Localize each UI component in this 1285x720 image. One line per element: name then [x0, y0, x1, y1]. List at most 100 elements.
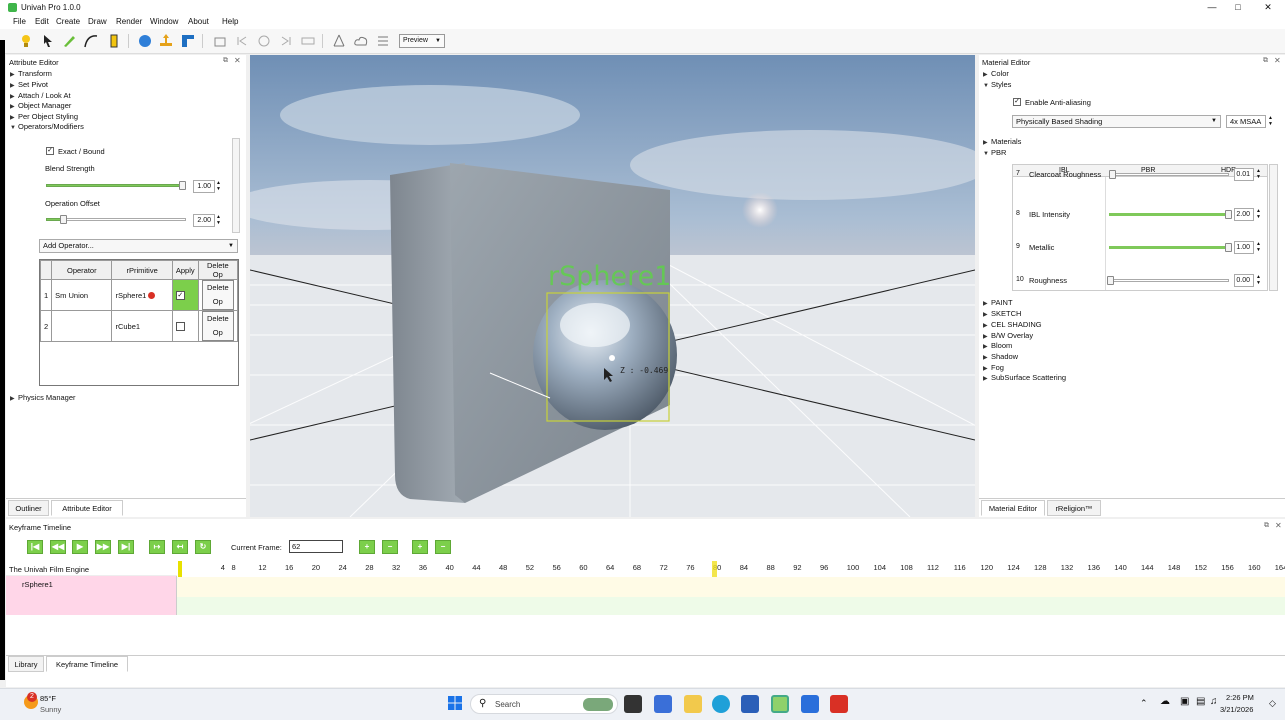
remove-key-button[interactable]: − [435, 540, 451, 554]
spinner-icon[interactable]: ▲ ▼ [1256, 241, 1261, 253]
operation-offset-slider[interactable] [46, 218, 186, 221]
preview-select[interactable]: Preview ▼ [399, 34, 445, 48]
set-key-out-button[interactable]: ↤ [172, 540, 188, 554]
menu-create[interactable]: Create [56, 17, 80, 26]
tree-item-subsurface[interactable]: ▶ SubSurface Scattering [983, 373, 1066, 382]
file-explorer-icon[interactable] [684, 695, 702, 713]
primitive-cell[interactable]: rSphere1 [111, 279, 173, 311]
network-icon[interactable] [331, 33, 347, 49]
onedrive-icon[interactable]: ☁ [1160, 696, 1170, 707]
tab-attribute-editor[interactable]: Attribute Editor [51, 500, 123, 516]
chevron-up-icon[interactable]: ⌃ [1140, 698, 1148, 709]
taskbar-search[interactable]: ⚲ Search [470, 694, 618, 714]
tab-rreligion[interactable]: rReligion™ [1047, 500, 1101, 516]
close-button[interactable]: ✕ [1258, 1, 1278, 13]
playhead-marker[interactable] [712, 561, 717, 577]
msaa-select[interactable]: 4x MSAA [1226, 115, 1266, 128]
add-key-button[interactable]: + [412, 540, 428, 554]
float-icon[interactable]: ⧉ [1263, 57, 1268, 65]
exact-bound-checkbox[interactable]: ✓ [46, 147, 54, 155]
tab-library[interactable]: Library [8, 656, 44, 672]
maximize-button[interactable]: □ [1228, 1, 1248, 13]
tree-item-physics-manager[interactable]: ▶ Physics Manager [10, 393, 76, 402]
close-icon[interactable]: ✕ [1275, 521, 1282, 530]
menu-about[interactable]: About [188, 17, 209, 26]
blend-strength-slider-thumb[interactable] [179, 181, 186, 190]
play-button[interactable]: ▶ [72, 540, 88, 554]
pbr-slider-thumb[interactable] [1225, 243, 1232, 252]
delete-op-cell[interactable]: Delete Op [197, 279, 239, 311]
anti-alias-checkbox[interactable]: ✓ [1013, 98, 1021, 106]
pbr-slider[interactable] [1109, 279, 1229, 282]
spinner-icon[interactable]: ▲ ▼ [1256, 274, 1261, 286]
menu-render[interactable]: Render [116, 17, 142, 26]
menu-edit[interactable]: Edit [35, 17, 49, 26]
prev-frame-button[interactable]: ◀◀ [50, 540, 66, 554]
pbr-slider-thumb[interactable] [1107, 276, 1114, 285]
pencil-icon[interactable] [61, 33, 77, 49]
cloud-upload-icon[interactable] [353, 33, 369, 49]
apply-cell[interactable] [171, 310, 199, 342]
weather-desc[interactable]: Sunny [40, 705, 61, 714]
apply-checkbox[interactable]: ✓ [175, 290, 185, 300]
delete-op-cell[interactable]: Delete Op [197, 310, 239, 342]
tree-item-cel-shading[interactable]: ▶ CEL SHADING [983, 320, 1042, 329]
move-gizmo-icon[interactable] [158, 33, 174, 49]
spinner-icon[interactable]: ▲ ▼ [1256, 168, 1261, 180]
tree-item-pbr[interactable]: ▼ PBR [983, 148, 1006, 157]
light-bulb-icon[interactable] [18, 33, 34, 49]
clock-date[interactable]: 3/21/2026 [1220, 705, 1253, 714]
tree-item-fog[interactable]: ▶ Fog [983, 363, 1004, 372]
primitive-cell[interactable]: rCube1 [111, 310, 173, 342]
snipping-tool-icon[interactable] [830, 695, 848, 713]
track-rsphere1[interactable]: rSphere1 [22, 580, 53, 589]
operation-offset-slider-thumb[interactable] [60, 215, 67, 224]
menu-file[interactable]: File [13, 17, 26, 26]
set-key-in-button[interactable]: ↦ [149, 540, 165, 554]
tree-item-set-pivot[interactable]: ▶ Set Pivot [10, 80, 48, 89]
edge-browser-icon[interactable] [712, 695, 730, 713]
scrollbar[interactable] [1269, 164, 1278, 291]
shading-select[interactable]: Physically Based Shading ▼ [1012, 115, 1221, 128]
tree-item-styles[interactable]: ▼ Styles [983, 80, 1011, 89]
zoom-out-button[interactable]: − [382, 540, 398, 554]
bar-icon[interactable] [106, 33, 122, 49]
tree-item-bloom[interactable]: ▶ Bloom [983, 341, 1012, 350]
weather-temp[interactable]: 85°F [40, 694, 56, 703]
tree-item-paint[interactable]: ▶ PAINT [983, 298, 1013, 307]
skip-back-icon[interactable] [234, 33, 250, 49]
blend-strength-field[interactable]: 1.00 [193, 180, 215, 193]
delete-op-button[interactable]: Delete Op [201, 280, 234, 310]
delete-op-button[interactable]: Delete Op [201, 311, 234, 341]
render-queue-icon[interactable] [375, 33, 391, 49]
track-lane[interactable] [177, 597, 1285, 615]
blend-strength-slider[interactable] [46, 184, 186, 187]
next-frame-button[interactable]: ▶▶ [95, 540, 111, 554]
track-root-label[interactable]: The Univah Film Engine [9, 565, 89, 574]
operation-offset-field[interactable]: 2.00 [193, 214, 215, 227]
tree-item-color[interactable]: ▶ Color [983, 69, 1009, 78]
widgets-icon[interactable] [654, 695, 672, 713]
pbr-value-field[interactable]: 1.00 [1234, 241, 1254, 254]
tab-material-editor[interactable]: Material Editor [981, 500, 1045, 516]
spinner-icon[interactable]: ▲ ▼ [1268, 115, 1273, 127]
tree-item-object-manager[interactable]: ▶ Object Manager [10, 101, 71, 110]
curve-icon[interactable] [83, 33, 99, 49]
scrollbar[interactable] [232, 138, 240, 233]
current-frame-input[interactable]: 62 [289, 540, 343, 553]
float-icon[interactable]: ⧉ [223, 57, 228, 65]
task-view-icon[interactable] [624, 695, 642, 713]
apply-checkbox[interactable] [175, 321, 185, 331]
add-operator-dropdown[interactable]: Add Operator... ▼ [39, 239, 238, 253]
select-arrow-icon[interactable] [40, 33, 56, 49]
apply-cell[interactable]: ✓ [171, 279, 199, 311]
track-lane[interactable] [177, 577, 1285, 597]
pbr-row[interactable]: 7 Clearcoat Roughness 0.01 ▲ ▼ [1013, 167, 1267, 187]
play-circle-icon[interactable] [256, 33, 272, 49]
tree-item-materials[interactable]: ▶ Materials [983, 137, 1021, 146]
tree-item-transform[interactable]: ▶ Transform [10, 69, 52, 78]
tree-item-operators[interactable]: ▼ Operators/Modifiers [10, 122, 84, 131]
univah-app-icon[interactable] [771, 695, 789, 713]
pbr-value-field[interactable]: 0.01 [1234, 168, 1254, 181]
zoom-in-button[interactable]: + [359, 540, 375, 554]
